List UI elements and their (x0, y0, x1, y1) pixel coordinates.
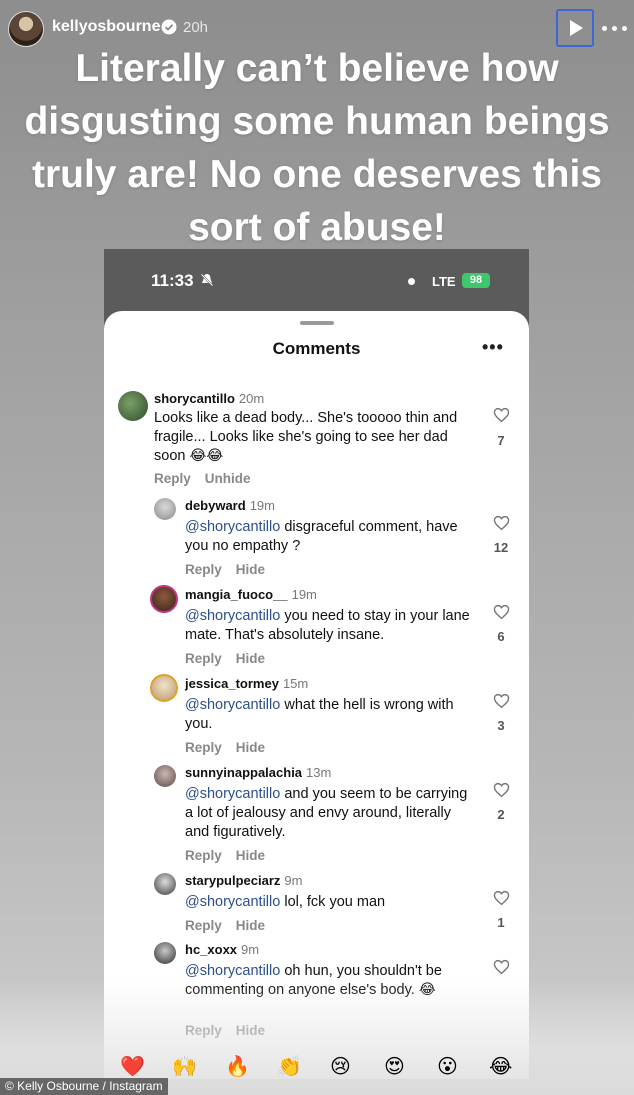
heart-icon[interactable] (493, 693, 510, 709)
commenter-avatar[interactable] (154, 873, 176, 895)
reaction-crying[interactable]: 😢 (330, 1055, 351, 1079)
comment-actions: Reply Unhide (154, 471, 265, 486)
comment-username[interactable]: sunnyinappalachia 13m (185, 765, 331, 780)
hide-button[interactable]: Hide (236, 562, 265, 577)
comment-username[interactable]: starypulpeciarz 9m (185, 873, 302, 888)
comment-text: @shorycantillo what the hell is wrong wi… (185, 697, 454, 732)
story-caption: Literally can’t believe how disgusting s… (24, 47, 610, 249)
commenter-avatar[interactable] (154, 498, 176, 520)
comment-username[interactable]: jessica_tormey 15m (185, 676, 308, 691)
like-count: 7 (497, 433, 505, 448)
heart-icon[interactable] (493, 515, 510, 531)
status-time: 11:33 (151, 271, 194, 290)
reaction-clap[interactable]: 👏 (277, 1055, 302, 1079)
story-username[interactable]: kellyosbourne (52, 18, 160, 36)
comment-text: @shorycantillo disgraceful comment, have… (185, 519, 458, 554)
comment-actions: Reply Hide (185, 562, 279, 577)
mention-link[interactable]: @shorycantillo (185, 697, 280, 713)
sheet-more-button[interactable]: ••• (482, 337, 504, 358)
reply-button[interactable]: Reply (185, 918, 222, 933)
reaction-heart-eyes[interactable]: 😍 (384, 1055, 405, 1079)
mention-link[interactable]: @shorycantillo (185, 894, 280, 910)
hide-button[interactable]: Hide (236, 740, 265, 755)
quick-reactions: ❤️ 🙌 🔥 👏 😢 😍 😮 😂 (104, 1049, 529, 1089)
story-timestamp: 20h (183, 19, 209, 36)
hide-button[interactable]: Hide (236, 651, 265, 666)
network-label: LTE (432, 274, 456, 289)
play-icon (570, 20, 583, 36)
commenter-avatar[interactable] (150, 585, 178, 613)
hide-button[interactable]: Hide (236, 1023, 265, 1038)
mention-link[interactable]: @shorycantillo (185, 519, 280, 535)
comment-text: @shorycantillo you need to stay in your … (185, 608, 470, 643)
reply-button[interactable]: Reply (154, 471, 191, 486)
reply-button[interactable]: Reply (185, 562, 222, 577)
heart-icon[interactable] (493, 959, 510, 975)
comment-username[interactable]: hc_xoxx 9m (185, 942, 259, 957)
heart-icon[interactable] (493, 407, 510, 423)
comment-actions: Reply Hide (185, 918, 279, 933)
commenter-avatar[interactable] (150, 674, 178, 702)
comment-actions: Reply Hide (185, 1023, 279, 1038)
reply-button[interactable]: Reply (185, 740, 222, 755)
commenter-avatar[interactable] (154, 942, 176, 964)
hide-button[interactable]: Hide (236, 848, 265, 863)
comment-text: Looks like a dead body... She's tooooo t… (154, 410, 458, 464)
phone-screenshot: 11:33 LTE 98 Comments ••• shorycantillo 2… (104, 249, 529, 1079)
reaction-laughing[interactable]: 😂 (489, 1055, 512, 1079)
comment-username[interactable]: mangia_fuoco__ 19m (185, 587, 317, 602)
like-count: 6 (497, 629, 505, 644)
sheet-grabber[interactable] (300, 321, 334, 325)
comment-text: @shorycantillo oh hun, you shouldn't be … (185, 963, 442, 998)
commenter-avatar[interactable] (118, 391, 148, 421)
comment-username[interactable]: debyward 19m (185, 498, 275, 513)
like-count: 3 (497, 718, 505, 733)
reaction-heart[interactable]: ❤️ (120, 1055, 145, 1079)
comments-sheet: Comments ••• shorycantillo 20m Looks like… (104, 311, 529, 1079)
comment-text: @shorycantillo and you seem to be carryi… (185, 786, 468, 840)
reply-button[interactable]: Reply (185, 848, 222, 863)
muted-bell-icon (200, 273, 214, 287)
heart-icon[interactable] (493, 604, 510, 620)
like-count: 2 (497, 807, 505, 822)
dot-icon (612, 26, 617, 31)
reply-button[interactable]: Reply (185, 1023, 222, 1038)
heart-icon[interactable] (493, 890, 510, 906)
battery-indicator: 98 (462, 273, 490, 288)
reaction-raised-hands[interactable]: 🙌 (172, 1055, 197, 1079)
comment-actions: Reply Hide (185, 848, 279, 863)
comment-username[interactable]: shorycantillo 20m (154, 391, 264, 406)
comment-actions: Reply Hide (185, 651, 279, 666)
commenter-avatar[interactable] (154, 765, 176, 787)
dot-icon (602, 26, 607, 31)
hide-button[interactable]: Hide (236, 918, 265, 933)
more-options-button[interactable] (602, 18, 628, 38)
heart-icon[interactable] (493, 782, 510, 798)
verified-badge-icon (161, 19, 177, 35)
mention-link[interactable]: @shorycantillo (185, 963, 280, 979)
status-dot (408, 278, 415, 285)
reaction-surprised[interactable]: 😮 (437, 1055, 458, 1079)
unhide-button[interactable]: Unhide (205, 471, 251, 486)
reply-button[interactable]: Reply (185, 651, 222, 666)
dot-icon (622, 26, 627, 31)
like-count: 12 (493, 540, 509, 555)
mention-link[interactable]: @shorycantillo (185, 786, 280, 802)
sheet-title: Comments (272, 339, 361, 358)
photo-credit: © Kelly Osbourne / Instagram (0, 1078, 168, 1095)
like-count: 1 (497, 915, 505, 930)
comment-text: @shorycantillo lol, fck you man (185, 894, 386, 910)
mention-link[interactable]: @shorycantillo (185, 608, 280, 624)
reaction-fire[interactable]: 🔥 (225, 1055, 250, 1079)
comment-actions: Reply Hide (185, 740, 279, 755)
